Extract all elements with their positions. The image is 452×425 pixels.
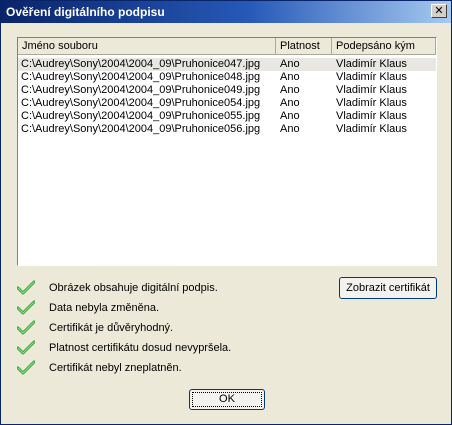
status-item-signature-present: Obrázek obsahuje digitální podpis. — [17, 280, 337, 298]
file-path-cell: C:\Audrey\Sony\2004\2004_09\Pruhonice055… — [21, 110, 261, 122]
green-check-icon — [17, 280, 35, 295]
list-row[interactable]: C:\Audrey\Sony\2004\2004_09\Pruhonice054… — [18, 97, 436, 110]
list-row[interactable]: C:\Audrey\Sony\2004\2004_09\Pruhonice056… — [18, 123, 436, 136]
signer-cell: Vladimír Klaus — [336, 58, 407, 70]
title-bar[interactable]: Ověření digitálního podpisu ✕ — [1, 1, 451, 23]
status-text: Certifikát nebyl zneplatněn. — [49, 362, 182, 374]
file-path-cell: C:\Audrey\Sony\2004\2004_09\Pruhonice048… — [21, 71, 261, 83]
close-icon: ✕ — [434, 5, 444, 17]
status-text: Platnost certifikátu dosud nevypršela. — [49, 342, 232, 354]
status-text: Data nebyla změněna. — [49, 302, 160, 314]
list-row[interactable]: C:\Audrey\Sony\2004\2004_09\Pruhonice049… — [18, 84, 436, 97]
green-check-icon — [17, 320, 35, 335]
file-path-cell: C:\Audrey\Sony\2004\2004_09\Pruhonice047… — [21, 58, 261, 70]
validity-cell: Ano — [280, 123, 300, 135]
list-row[interactable]: C:\Audrey\Sony\2004\2004_09\Pruhonice055… — [18, 110, 436, 123]
validity-cell: Ano — [280, 110, 300, 122]
list-row[interactable]: C:\Audrey\Sony\2004\2004_09\Pruhonice047… — [18, 58, 436, 71]
status-text: Certifikát je důvěryhodný. — [49, 322, 174, 334]
status-text: Obrázek obsahuje digitální podpis. — [49, 282, 218, 294]
signed-files-list[interactable]: Jméno souboru Platnost Podepsáno kým C:\… — [17, 37, 437, 266]
signer-cell: Vladimír Klaus — [336, 71, 407, 83]
list-row[interactable]: C:\Audrey\Sony\2004\2004_09\Pruhonice048… — [18, 71, 436, 84]
status-item-certificate-not-expired: Platnost certifikátu dosud nevypršela. — [17, 340, 337, 358]
status-item-certificate-not-revoked: Certifikát nebyl zneplatněn. — [17, 360, 337, 378]
column-header-signed-by[interactable]: Podepsáno kým — [332, 38, 436, 55]
window-title: Ověření digitálního podpisu — [6, 5, 165, 19]
validity-cell: Ano — [280, 58, 300, 70]
green-check-icon — [17, 340, 35, 355]
column-header-validity[interactable]: Platnost — [276, 38, 332, 55]
validity-cell: Ano — [280, 84, 300, 96]
signer-cell: Vladimír Klaus — [336, 123, 407, 135]
list-header: Jméno souboru Platnost Podepsáno kým — [18, 38, 436, 55]
file-path-cell: C:\Audrey\Sony\2004\2004_09\Pruhonice054… — [21, 97, 261, 109]
green-check-icon — [17, 300, 35, 315]
signer-cell: Vladimír Klaus — [336, 97, 407, 109]
column-header-file-name[interactable]: Jméno souboru — [18, 38, 276, 55]
validity-cell: Ano — [280, 71, 300, 83]
validity-cell: Ano — [280, 97, 300, 109]
green-check-icon — [17, 360, 35, 375]
signer-cell: Vladimír Klaus — [336, 84, 407, 96]
close-button[interactable]: ✕ — [431, 4, 447, 18]
file-path-cell: C:\Audrey\Sony\2004\2004_09\Pruhonice056… — [21, 123, 261, 135]
show-certificate-button[interactable]: Zobrazit certifikát — [339, 277, 437, 299]
signer-cell: Vladimír Klaus — [336, 110, 407, 122]
ok-button[interactable]: OK — [189, 389, 265, 410]
status-item-certificate-trusted: Certifikát je důvěryhodný. — [17, 320, 337, 338]
file-path-cell: C:\Audrey\Sony\2004\2004_09\Pruhonice049… — [21, 84, 261, 96]
status-item-data-unchanged: Data nebyla změněna. — [17, 300, 337, 318]
signature-verification-dialog: Ověření digitálního podpisu ✕ Jméno soub… — [0, 0, 452, 425]
